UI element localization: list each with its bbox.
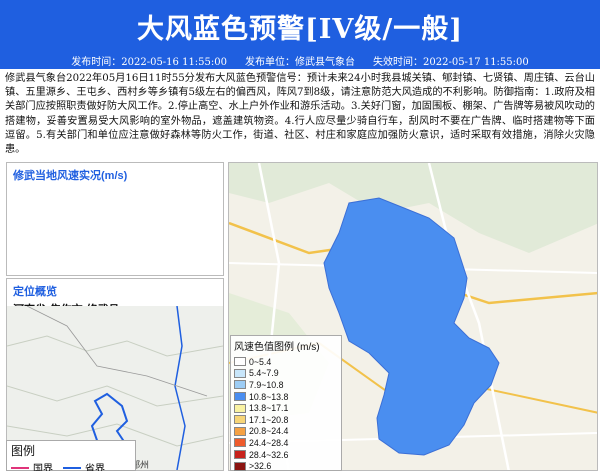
legend-swatch xyxy=(234,426,246,436)
legend-label: 0~5.4 xyxy=(249,356,272,367)
legend-label: 5.4~7.9 xyxy=(249,368,279,379)
legend-item: 28.4~32.6 xyxy=(234,449,338,461)
legend-label: >32.6 xyxy=(249,461,272,471)
legend-swatch xyxy=(234,392,246,402)
legend-label: 10.8~13.8 xyxy=(249,391,289,402)
legend-title: 风速色值图例 (m/s) xyxy=(234,342,320,353)
legend-item: 0~5.4 xyxy=(234,356,338,368)
location-panel-title: 定位概览 xyxy=(13,286,57,298)
legend-swatch xyxy=(234,368,246,378)
province-border-label: 省界 xyxy=(85,464,105,471)
wind-panel: 修武当地风速实况(m/s) xyxy=(6,162,224,276)
legend-item: >32.6 xyxy=(234,460,338,471)
overview-legend: 图例 国界 省界 xyxy=(6,440,136,471)
alert-description: 修武县气象台2022年05月16日11时55分发布大风蓝色预警信号：预计未来24… xyxy=(5,73,595,156)
legend-swatch xyxy=(234,461,246,471)
legend-item: 24.4~28.4 xyxy=(234,437,338,449)
legend-swatch xyxy=(234,380,246,390)
expire-time: 失效时间：2022-05-17 11:55:00 xyxy=(373,57,529,68)
legend-swatch xyxy=(234,450,246,460)
publish-time: 发布时间：2022-05-16 11:55:00 xyxy=(71,57,227,68)
legend-item: 13.8~17.1 xyxy=(234,402,338,414)
legend-item: 20.8~24.4 xyxy=(234,426,338,438)
alert-meta-bar: 发布时间：2022-05-16 11:55:00 发布单位：修武县气象台 失效时… xyxy=(0,52,600,69)
legend-item: 5.4~7.9 xyxy=(234,368,338,380)
national-border-label: 国界 xyxy=(33,464,53,471)
legend-item: 7.9~10.8 xyxy=(234,379,338,391)
legend-swatch xyxy=(234,415,246,425)
legend-item: 10.8~13.8 xyxy=(234,391,338,403)
wind-panel-title: 修武当地风速实况(m/s) xyxy=(13,170,128,182)
publisher: 发布单位：修武县气象台 xyxy=(245,57,355,68)
legend-swatch xyxy=(234,403,246,413)
legend-swatch xyxy=(234,357,246,367)
legend-label: 17.1~20.8 xyxy=(249,414,289,425)
legend-label: 7.9~10.8 xyxy=(249,379,284,390)
wind-speed-legend: 风速色值图例 (m/s) 0~5.4 5.4~7.9 7.9~10.8 10.8~13… xyxy=(230,335,342,471)
legend-label: 20.8~24.4 xyxy=(249,426,289,437)
legend-label: 24.4~28.4 xyxy=(249,437,289,448)
national-border-swatch xyxy=(11,466,29,469)
legend-swatch xyxy=(234,438,246,448)
legend-label: 28.4~32.6 xyxy=(249,449,289,460)
overview-legend-row: 国界 省界 xyxy=(7,460,135,471)
province-border-swatch xyxy=(63,466,81,469)
overview-legend-title: 图例 xyxy=(11,444,36,458)
legend-item: 17.1~20.8 xyxy=(234,414,338,426)
legend-label: 13.8~17.1 xyxy=(249,403,289,414)
alert-title: 大风蓝色预警[IV级/一般] xyxy=(0,0,600,52)
